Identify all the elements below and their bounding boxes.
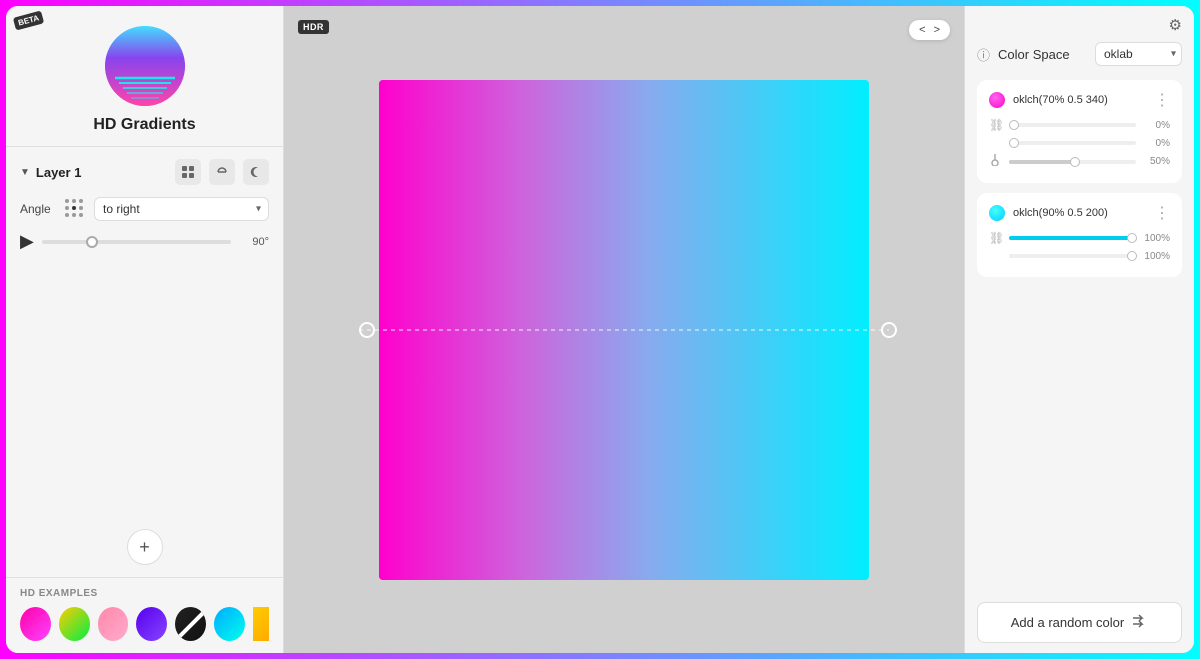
- color-space-select-wrap[interactable]: oklab oklch srgb display-p3: [1095, 42, 1182, 66]
- add-layer-button[interactable]: +: [127, 529, 163, 565]
- gradient-display: [379, 80, 869, 580]
- layer-header: ▼ Layer 1: [20, 159, 269, 185]
- dot: [65, 206, 69, 210]
- angle-slider[interactable]: [42, 240, 231, 244]
- color-stop-2-value: oklch(90% 0.5 200): [1013, 207, 1146, 219]
- chain-icon: ⛓: [989, 118, 1003, 132]
- example-swatch-4[interactable]: [136, 607, 167, 641]
- example-swatch-1[interactable]: [20, 607, 51, 641]
- dot: [79, 199, 83, 203]
- stop-slider-5-value: 100%: [1142, 251, 1170, 262]
- add-random-label: Add a random color: [1011, 615, 1124, 630]
- chain3-icon: ⛓: [989, 231, 1003, 245]
- stop-slider-midpoint-row: 50%: [989, 154, 1170, 169]
- dots-grid-icon: [64, 198, 86, 220]
- layer-grid-button[interactable]: [175, 159, 201, 185]
- color-stop-1-header: oklch(70% 0.5 340) ⋮: [989, 90, 1170, 110]
- next-arrow[interactable]: >: [932, 24, 942, 36]
- layer-section: ▼ Layer 1: [6, 147, 283, 529]
- stop-slider-2-track: [1009, 141, 1136, 145]
- examples-row: [20, 607, 269, 641]
- color-stop-1-more-icon[interactable]: ⋮: [1154, 90, 1170, 110]
- right-panel: ⚙ ⓘ Color Space oklab oklch srgb display…: [964, 6, 1194, 653]
- dot: [79, 206, 83, 210]
- color-space-label: Color Space: [998, 47, 1087, 62]
- color-stop-2-header: oklch(90% 0.5 200) ⋮: [989, 203, 1170, 223]
- stop-slider-5-track: [1009, 254, 1136, 258]
- gradient-canvas[interactable]: [379, 80, 869, 580]
- color-stop-1-card: oklch(70% 0.5 340) ⋮ ⛓ 0% ⛓ 0%: [977, 80, 1182, 183]
- app-logo: [105, 26, 185, 106]
- angle-label: Angle: [20, 202, 56, 216]
- settings-button[interactable]: ⚙: [1169, 16, 1182, 34]
- add-random-color-button[interactable]: Add a random color: [977, 602, 1182, 643]
- dot: [72, 199, 76, 203]
- canvas-area: HDR < >: [284, 6, 964, 653]
- stop-slider-4-value: 100%: [1142, 233, 1170, 244]
- example-swatch-7[interactable]: [253, 607, 269, 641]
- stop-slider-2-value: 0%: [1142, 138, 1170, 149]
- dot: [65, 199, 69, 203]
- layer-chevron-icon[interactable]: ▼: [20, 167, 30, 178]
- stop-slider-5-thumb[interactable]: [1127, 251, 1137, 261]
- layer-icons: [175, 159, 269, 185]
- dot: [79, 213, 83, 217]
- color-stop-2-dot[interactable]: [989, 205, 1005, 221]
- stop-slider-4-track: [1009, 236, 1136, 240]
- stop-slider-3-track: [1009, 160, 1136, 164]
- examples-label: HD EXAMPLES: [20, 588, 269, 599]
- main-container: BETA: [6, 6, 1194, 653]
- stop-slider-4-fill: [1009, 236, 1136, 240]
- beta-badge: BETA: [13, 10, 45, 30]
- example-swatch-6[interactable]: [214, 607, 245, 641]
- dot-active: [72, 206, 76, 210]
- stop-slider-5-row: ⛓ 100%: [989, 249, 1170, 263]
- example-swatch-2[interactable]: [59, 607, 90, 641]
- examples-section: HD EXAMPLES: [6, 577, 283, 653]
- stop-slider-2-row: ⛓ 0%: [989, 136, 1170, 150]
- midpoint-icon: [989, 154, 1003, 169]
- stop-slider-3-fill: [1009, 160, 1073, 164]
- layer-name: Layer 1: [36, 165, 82, 180]
- dot: [65, 213, 69, 217]
- stop-slider-2-thumb[interactable]: [1009, 138, 1019, 148]
- example-swatch-5[interactable]: [175, 607, 206, 641]
- color-space-select[interactable]: oklab oklch srgb display-p3: [1095, 42, 1182, 66]
- angle-slider-icon: ▶: [20, 231, 34, 252]
- direction-select-wrap[interactable]: to right to left to top to bottom: [94, 197, 269, 221]
- stop-slider-1-value: 0%: [1142, 120, 1170, 131]
- stop-slider-3-value: 50%: [1142, 156, 1170, 167]
- stop-slider-3-thumb[interactable]: [1070, 157, 1080, 167]
- prev-arrow[interactable]: <: [917, 24, 927, 36]
- app-title: HD Gradients: [93, 116, 195, 134]
- right-top-row: ⚙: [977, 16, 1182, 34]
- layer-half-circle-button[interactable]: [209, 159, 235, 185]
- stop-slider-1-thumb[interactable]: [1009, 120, 1019, 130]
- layer-title-group: ▼ Layer 1: [20, 165, 81, 180]
- stop-slider-position-row: ⛓ 0%: [989, 118, 1170, 132]
- color-stop-2-more-icon[interactable]: ⋮: [1154, 203, 1170, 223]
- angle-row: Angle to right to left to t: [20, 197, 269, 221]
- example-swatch-3[interactable]: [98, 607, 129, 641]
- color-space-row: ⓘ Color Space oklab oklch srgb display-p…: [977, 42, 1182, 66]
- direction-select[interactable]: to right to left to top to bottom: [94, 197, 269, 221]
- dot: [72, 213, 76, 217]
- color-stop-2-card: oklch(90% 0.5 200) ⋮ ⛓ 100% ⛓ 100%: [977, 193, 1182, 277]
- shuffle-icon: [1132, 613, 1148, 632]
- sidebar-header: BETA: [6, 6, 283, 147]
- angle-value: 90°: [239, 236, 269, 248]
- color-stop-1-dot[interactable]: [989, 92, 1005, 108]
- angle-slider-row: ▶ 90°: [20, 231, 269, 252]
- stop-slider-4-row: ⛓ 100%: [989, 231, 1170, 245]
- hdr-badge: HDR: [298, 20, 329, 34]
- color-stop-1-value: oklch(70% 0.5 340): [1013, 94, 1146, 106]
- info-icon: ⓘ: [977, 45, 990, 64]
- layer-moon-button[interactable]: [243, 159, 269, 185]
- stop-slider-5-fill: [1009, 254, 1136, 258]
- nav-arrows: < >: [909, 20, 950, 40]
- sidebar: BETA: [6, 6, 284, 653]
- stop-slider-4-thumb[interactable]: [1127, 233, 1137, 243]
- stop-slider-1-track: [1009, 123, 1136, 127]
